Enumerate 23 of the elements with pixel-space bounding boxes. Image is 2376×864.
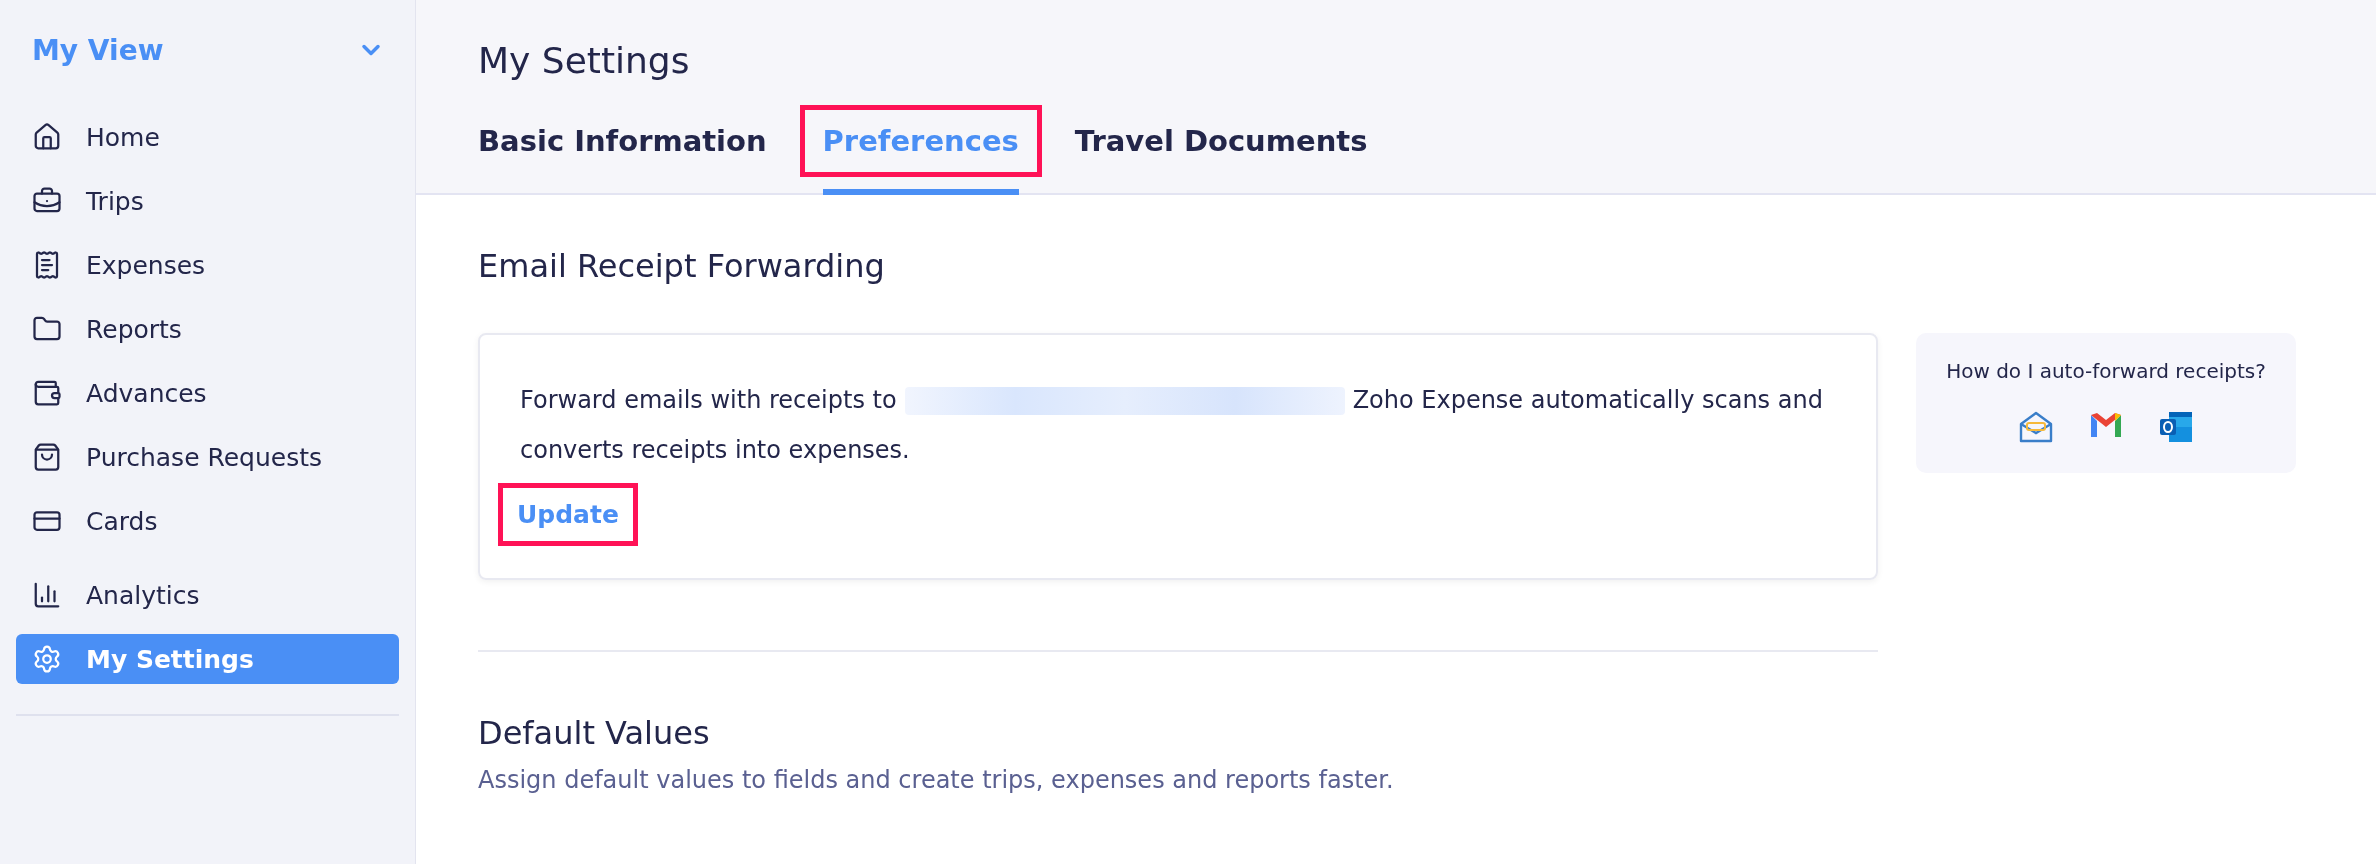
sidebar-item[interactable]: Advances	[16, 368, 399, 418]
section-heading: Email Receipt Forwarding	[478, 247, 886, 285]
sidebar-item[interactable]: Analytics	[16, 570, 399, 620]
forwarding-text: Forward emails with receipts to Zoho Expense automatically scans and converts receipts into expenses.	[520, 385, 1824, 466]
home-icon	[32, 122, 62, 152]
sidebar-item[interactable]: Reports	[16, 304, 399, 354]
section-heading: Default Values	[478, 714, 711, 752]
settings-icon	[32, 644, 62, 674]
sidebar-item[interactable]: Purchase Requests	[16, 432, 399, 482]
outlook-icon[interactable]	[2159, 411, 2193, 443]
gmail-icon[interactable]	[2089, 411, 2123, 439]
help-link[interactable]: How do I auto-forward receipts?	[1946, 359, 2266, 383]
sidebar-item[interactable]: Trips	[16, 176, 399, 226]
tab[interactable]: Travel Documents	[1051, 105, 1391, 195]
sidebar-item[interactable]: Home	[16, 112, 399, 162]
bag-icon	[32, 442, 62, 472]
wallet-icon	[32, 378, 62, 408]
sidebar-item[interactable]: Cards	[16, 496, 399, 546]
chart-icon	[32, 580, 62, 610]
tab[interactable]: Basic Information	[455, 105, 790, 195]
section-description: Assign default values to fields and create trips, expenses and reports faster.	[478, 766, 1395, 794]
sidebar-item[interactable]: Expenses	[16, 240, 399, 290]
page-title: My Settings	[478, 40, 691, 81]
